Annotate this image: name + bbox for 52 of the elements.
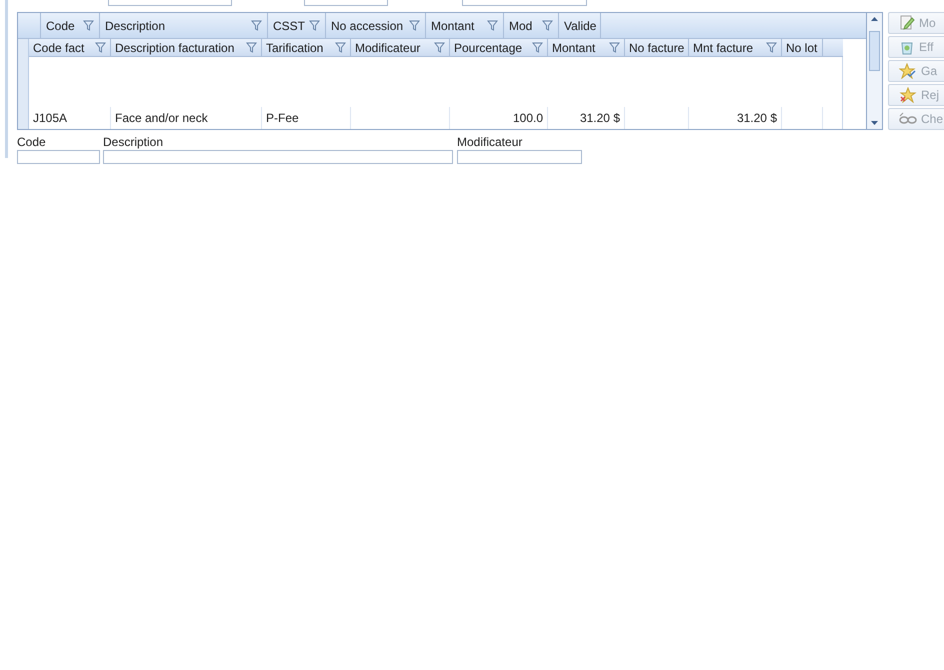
scrollbar[interactable] bbox=[867, 12, 883, 130]
scroll-thumb[interactable] bbox=[869, 31, 880, 71]
column-header[interactable]: Pourcentage bbox=[450, 39, 548, 56]
dropdown-field[interactable] bbox=[462, 0, 587, 6]
column-header[interactable]: CSST bbox=[268, 13, 326, 38]
column-header[interactable]: Tarification bbox=[262, 39, 351, 56]
table-cell-text: J105A bbox=[33, 110, 68, 127]
field-label: Code bbox=[17, 134, 47, 150]
column-header[interactable]: Montant bbox=[548, 39, 625, 56]
filter-icon[interactable] bbox=[83, 20, 94, 31]
column-header[interactable]: No lot bbox=[782, 39, 823, 56]
scroll-down-icon[interactable] bbox=[871, 121, 878, 125]
filter-icon[interactable] bbox=[487, 20, 498, 31]
filter-icon[interactable] bbox=[766, 42, 777, 53]
scroll-up-icon[interactable] bbox=[871, 17, 878, 21]
column-header[interactable]: No accession bbox=[326, 13, 426, 38]
filter-icon[interactable] bbox=[434, 42, 445, 53]
date-field[interactable] bbox=[108, 0, 232, 6]
filter-icon[interactable] bbox=[251, 20, 262, 31]
column-header[interactable]: Code fact bbox=[29, 39, 111, 56]
column-header[interactable]: Description bbox=[100, 13, 268, 38]
filter-icon[interactable] bbox=[542, 20, 553, 31]
column-header[interactable]: Mod bbox=[504, 13, 559, 38]
column-header[interactable]: Valide bbox=[559, 13, 601, 38]
dropdown-field[interactable] bbox=[457, 150, 582, 164]
field-label: Modificateur bbox=[457, 134, 524, 150]
pencil-page-icon bbox=[899, 15, 915, 31]
column-header[interactable]: Modificateur bbox=[351, 39, 450, 56]
input-field[interactable] bbox=[304, 0, 388, 6]
glasses-icon bbox=[899, 112, 917, 126]
field-label: Description bbox=[103, 134, 164, 150]
column-header[interactable]: Montant bbox=[426, 13, 504, 38]
column-header[interactable]: Code bbox=[41, 13, 100, 38]
table-cell-text: 31.20 $ bbox=[580, 110, 620, 127]
filter-icon[interactable] bbox=[309, 20, 320, 31]
star-check-icon bbox=[899, 63, 917, 79]
column-header[interactable]: Description facturation bbox=[111, 39, 262, 56]
table-cell-text: P-Fee bbox=[266, 110, 299, 127]
filter-icon[interactable] bbox=[335, 42, 346, 53]
table-cell-text: 31.20 $ bbox=[736, 110, 777, 127]
column-header[interactable]: No facture bbox=[625, 39, 689, 56]
dropdown-field[interactable] bbox=[17, 150, 100, 164]
table-cell-text: 100.0 bbox=[512, 110, 543, 127]
filter-icon[interactable] bbox=[609, 42, 620, 53]
filter-icon[interactable] bbox=[409, 20, 420, 31]
filter-icon[interactable] bbox=[246, 42, 257, 53]
filter-icon[interactable] bbox=[95, 42, 106, 53]
table-cell-text: Face and/or neck bbox=[115, 110, 208, 127]
star-x-icon bbox=[899, 87, 917, 103]
column-header[interactable]: Mnt facture bbox=[689, 39, 782, 56]
dropdown-field[interactable] bbox=[103, 150, 453, 164]
filter-icon[interactable] bbox=[532, 42, 543, 53]
